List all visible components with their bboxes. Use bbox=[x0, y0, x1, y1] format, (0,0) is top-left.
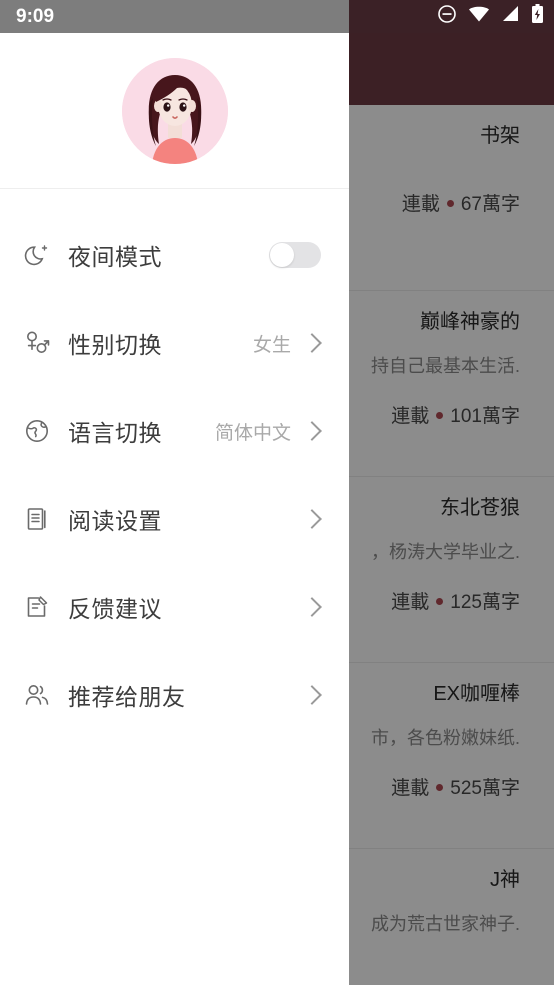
drawer-item-label: 夜间模式 bbox=[68, 244, 162, 270]
drawer-item-value: 简体中文 bbox=[214, 422, 291, 444]
people-icon bbox=[22, 680, 52, 710]
book-icon bbox=[22, 504, 52, 534]
moon-icon bbox=[22, 240, 52, 270]
avatar[interactable] bbox=[121, 57, 228, 164]
battery-charging-icon bbox=[531, 4, 544, 29]
drawer-header bbox=[0, 33, 349, 189]
drawer-item-language-switch[interactable]: 语言切换 简体中文 bbox=[0, 387, 349, 475]
drawer-item-label: 性别切换 bbox=[68, 332, 162, 358]
app-screen: 书架 連載 67萬字 巅峰神豪的 持自己最基本生活. 連載 101萬字 东北苍狼 ，杨涛大学毕业… bbox=[0, 0, 554, 985]
status-bar-icons bbox=[437, 0, 554, 33]
globe-icon bbox=[22, 416, 52, 446]
edit-document-icon bbox=[22, 592, 52, 622]
chevron-right-icon bbox=[302, 421, 322, 441]
gender-icon bbox=[22, 328, 52, 358]
navigation-drawer: 夜间模式性别切换 女生语言切换 简体中文阅读设置反馈建议推荐给朋友 bbox=[0, 33, 349, 985]
toggle-knob bbox=[270, 243, 294, 267]
drawer-menu: 夜间模式性别切换 女生语言切换 简体中文阅读设置反馈建议推荐给朋友 bbox=[0, 189, 349, 739]
cellular-signal-icon bbox=[501, 5, 520, 28]
chevron-right-icon bbox=[302, 685, 322, 705]
wifi-icon bbox=[468, 5, 490, 28]
drawer-item-label: 阅读设置 bbox=[68, 508, 162, 534]
drawer-item-gender-switch[interactable]: 性别切换 女生 bbox=[0, 299, 349, 387]
drawer-item-reading-settings[interactable]: 阅读设置 bbox=[0, 475, 349, 563]
chevron-right-icon bbox=[302, 597, 322, 617]
drawer-item-label: 语言切换 bbox=[68, 420, 162, 446]
do-not-disturb-icon bbox=[437, 4, 457, 29]
drawer-item-recommend[interactable]: 推荐给朋友 bbox=[0, 651, 349, 739]
drawer-item-label: 推荐给朋友 bbox=[68, 684, 186, 710]
drawer-scrim[interactable] bbox=[349, 33, 554, 985]
night-mode-toggle[interactable] bbox=[269, 242, 321, 268]
drawer-item-label: 反馈建议 bbox=[68, 596, 162, 622]
status-bar-clock: 9:09 bbox=[16, 6, 55, 27]
chevron-right-icon bbox=[302, 333, 322, 353]
drawer-item-feedback[interactable]: 反馈建议 bbox=[0, 563, 349, 651]
avatar-illustration bbox=[121, 57, 228, 164]
chevron-right-icon bbox=[302, 509, 322, 529]
drawer-item-night-mode[interactable]: 夜间模式 bbox=[0, 211, 349, 299]
drawer-item-value: 女生 bbox=[252, 334, 291, 356]
